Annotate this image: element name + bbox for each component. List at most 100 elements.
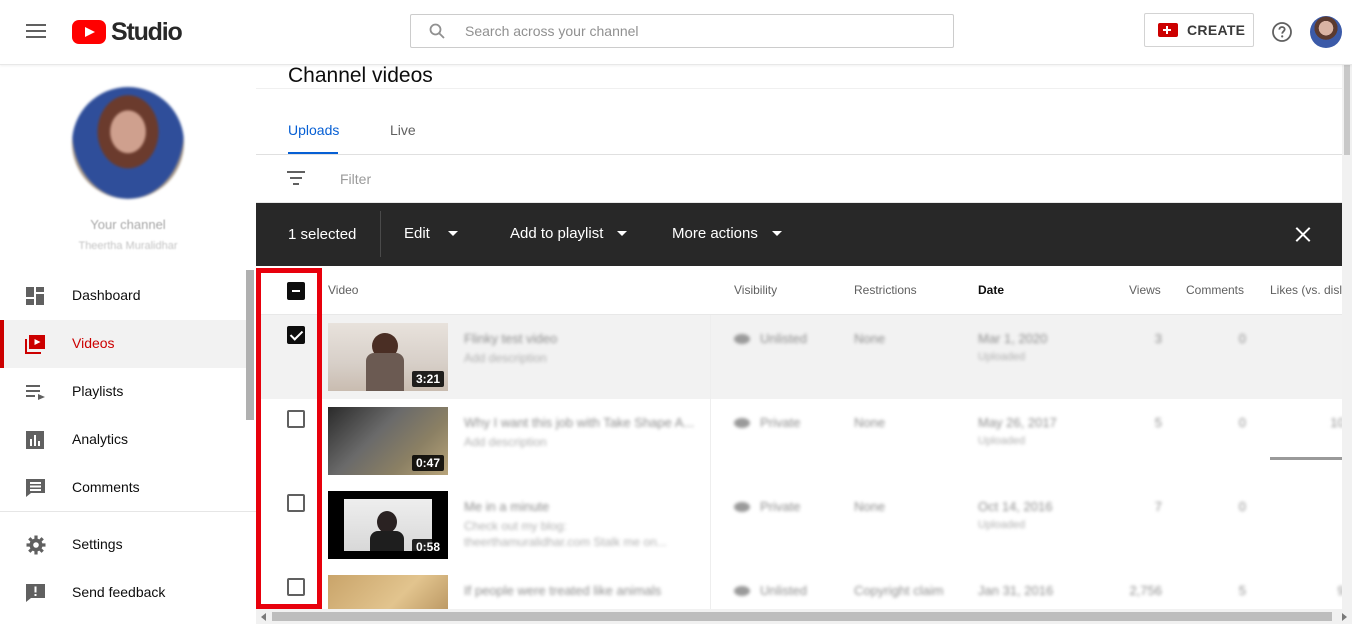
sidebar-item-settings[interactable]: Settings [0, 521, 248, 569]
row-checkbox[interactable] [287, 494, 305, 512]
studio-logo[interactable]: Studio [72, 17, 183, 46]
horizontal-scroll-thumb[interactable] [272, 612, 1332, 621]
analytics-icon [26, 431, 44, 449]
sidebar-item-label: Analytics [72, 431, 129, 447]
sidebar-divider [0, 511, 256, 512]
scroll-right-arrow-icon[interactable] [1342, 613, 1347, 621]
video-description-line2: theerthamuralidhar.com Stalk me on... [464, 535, 667, 549]
video-title[interactable]: Me in a minute [464, 499, 549, 514]
table-row[interactable]: 3:21 Flinky test video Add description U… [256, 315, 1352, 400]
filter-icon[interactable] [287, 171, 305, 185]
sidebar-item-analytics[interactable]: Analytics [0, 416, 248, 464]
column-header-comments[interactable]: Comments [1186, 283, 1244, 297]
visibility-icon [734, 501, 750, 512]
sidebar-item-label: Send feedback [72, 584, 166, 600]
tab-uploads[interactable]: Uploads [288, 122, 339, 138]
visibility-cell[interactable]: Unlisted [734, 583, 807, 598]
date-status: Uploaded [978, 519, 1026, 531]
sidebar: Your channel Theertha Muralidhar Dashboa… [0, 65, 256, 624]
sidebar-item-playlists[interactable]: Playlists [0, 368, 248, 416]
select-all-checkbox[interactable] [287, 282, 305, 300]
video-title[interactable]: Flinky test video [464, 331, 557, 346]
feedback-icon [26, 584, 45, 602]
views-value: 2,756 [1129, 583, 1162, 598]
title-divider [256, 88, 1352, 89]
restrictions-value: None [854, 331, 886, 346]
tab-live[interactable]: Live [390, 122, 416, 138]
video-duration: 0:47 [411, 455, 444, 471]
help-icon[interactable] [1271, 21, 1293, 43]
tabs-divider [256, 154, 1352, 155]
visibility-cell[interactable]: Unlisted [734, 331, 807, 346]
filter-input[interactable] [340, 169, 840, 189]
visibility-cell[interactable]: Private [734, 499, 800, 514]
vertical-scrollbar[interactable] [1342, 65, 1352, 609]
logo-text: Studio [111, 17, 183, 46]
account-avatar[interactable] [1310, 16, 1342, 48]
visibility-icon [734, 585, 750, 596]
row-checkbox[interactable] [287, 410, 305, 428]
video-title[interactable]: If people were treated like animals [464, 583, 661, 598]
video-thumbnail[interactable]: 0:47 [328, 407, 448, 475]
edit-dropdown[interactable]: Edit [404, 225, 458, 242]
horizontal-scrollbar[interactable] [256, 609, 1352, 624]
more-actions-dropdown[interactable]: More actions [672, 225, 782, 242]
column-header-video[interactable]: Video [328, 283, 358, 297]
row-checkbox[interactable] [287, 326, 305, 344]
add-to-playlist-dropdown[interactable]: Add to playlist [510, 225, 628, 242]
create-video-icon [1158, 23, 1178, 37]
visibility-value: Private [760, 499, 801, 514]
column-header-restrictions[interactable]: Restrictions [854, 283, 917, 297]
row-checkbox[interactable] [287, 578, 305, 596]
search-input[interactable] [465, 15, 935, 47]
table-row[interactable]: 0:58 Me in a minute Check out my blog: t… [256, 483, 1352, 568]
date-status: Uploaded [978, 351, 1026, 363]
selection-action-bar: 1 selected Edit Add to playlist More act… [256, 203, 1352, 266]
videos-icon [25, 335, 45, 354]
sidebar-item-label: Videos [72, 335, 115, 351]
restrictions-value: None [854, 499, 886, 514]
sidebar-scrollbar[interactable] [246, 270, 254, 420]
vertical-scroll-thumb[interactable] [1344, 65, 1350, 155]
column-header-visibility[interactable]: Visibility [734, 283, 777, 297]
sidebar-item-dashboard[interactable]: Dashboard [0, 272, 248, 320]
create-button[interactable]: CREATE [1144, 13, 1254, 47]
youtube-play-icon [72, 20, 106, 44]
video-thumbnail[interactable]: 3:21 [328, 323, 448, 391]
table-row[interactable]: 0:47 Why I want this job with Take Shape… [256, 399, 1352, 484]
channel-name[interactable]: Your channel [0, 217, 256, 232]
sidebar-item-label: Comments [72, 479, 140, 495]
visibility-icon [734, 417, 750, 428]
menu-icon[interactable] [26, 24, 46, 40]
search-icon [429, 23, 445, 39]
video-thumbnail[interactable]: 0:58 [328, 491, 448, 559]
comments-icon [26, 479, 45, 497]
date-value: May 26, 2017 [978, 415, 1057, 430]
views-value: 3 [1154, 331, 1162, 346]
caret-down-icon [617, 231, 628, 236]
sidebar-item-videos[interactable]: Videos [0, 320, 248, 368]
views-value: 7 [1154, 499, 1162, 514]
restrictions-value: Copyright claim [854, 583, 944, 598]
visibility-icon [734, 333, 750, 344]
sidebar-item-send-feedback[interactable]: Send feedback [0, 569, 248, 617]
visibility-value: Unlisted [760, 583, 807, 598]
column-header-date[interactable]: Date [978, 283, 1004, 297]
video-title[interactable]: Why I want this job with Take Shape A... [464, 415, 694, 430]
column-header-views[interactable]: Views [1129, 283, 1161, 297]
edit-label: Edit [404, 225, 430, 242]
restrictions-value: None [854, 415, 886, 430]
visibility-value: Private [760, 415, 801, 430]
sidebar-item-comments[interactable]: Comments [0, 464, 248, 512]
visibility-cell[interactable]: Private [734, 415, 800, 430]
sidebar-item-label: Settings [72, 536, 123, 552]
search-box[interactable] [410, 14, 954, 48]
comments-value: 0 [1238, 331, 1246, 346]
visibility-value: Unlisted [760, 331, 807, 346]
video-description: Add description [464, 351, 547, 365]
caret-down-icon [447, 231, 458, 236]
close-icon[interactable] [1295, 226, 1311, 242]
channel-avatar[interactable] [72, 87, 184, 199]
scroll-left-arrow-icon[interactable] [261, 613, 266, 621]
column-header-likes[interactable]: Likes (vs. disli [1270, 283, 1345, 297]
